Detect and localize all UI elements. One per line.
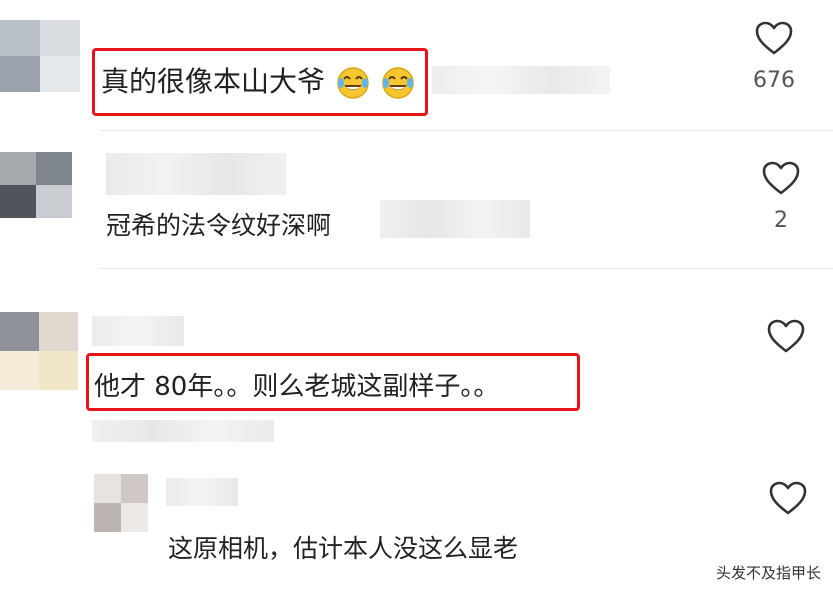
laughing-tears-emoji-icon (337, 67, 369, 99)
divider (100, 130, 833, 131)
comment-text-label: 真的很像本山大爷 (101, 65, 326, 98)
like-count: 676 (753, 68, 795, 93)
blurred-timestamp (380, 200, 530, 238)
blurred-username (166, 478, 238, 506)
blurred-username (92, 316, 184, 346)
divider (100, 268, 833, 269)
avatar[interactable] (0, 312, 78, 390)
comment-text: 他才 80年。。则么老城这副样子。。 (94, 372, 500, 402)
watermark: 头发不及指甲长 (715, 564, 821, 582)
avatar[interactable] (0, 152, 72, 218)
laughing-tears-emoji-icon (382, 67, 414, 99)
blurred-username (106, 153, 286, 195)
blurred-timestamp (92, 420, 274, 442)
reply-avatar[interactable] (94, 474, 148, 532)
heart-icon[interactable] (768, 480, 808, 516)
comment-text: 冠希的法令纹好深啊 (106, 211, 332, 240)
comment-text: 真的很像本山大爷 (101, 60, 415, 100)
blurred-timestamp (432, 66, 610, 94)
heart-icon[interactable] (754, 20, 794, 56)
like-count: 2 (774, 208, 788, 233)
reply-text: 这原相机，估计本人没这么显老 (168, 534, 519, 563)
heart-icon[interactable] (766, 318, 806, 354)
heart-icon[interactable] (761, 160, 801, 196)
avatar[interactable] (0, 20, 80, 92)
